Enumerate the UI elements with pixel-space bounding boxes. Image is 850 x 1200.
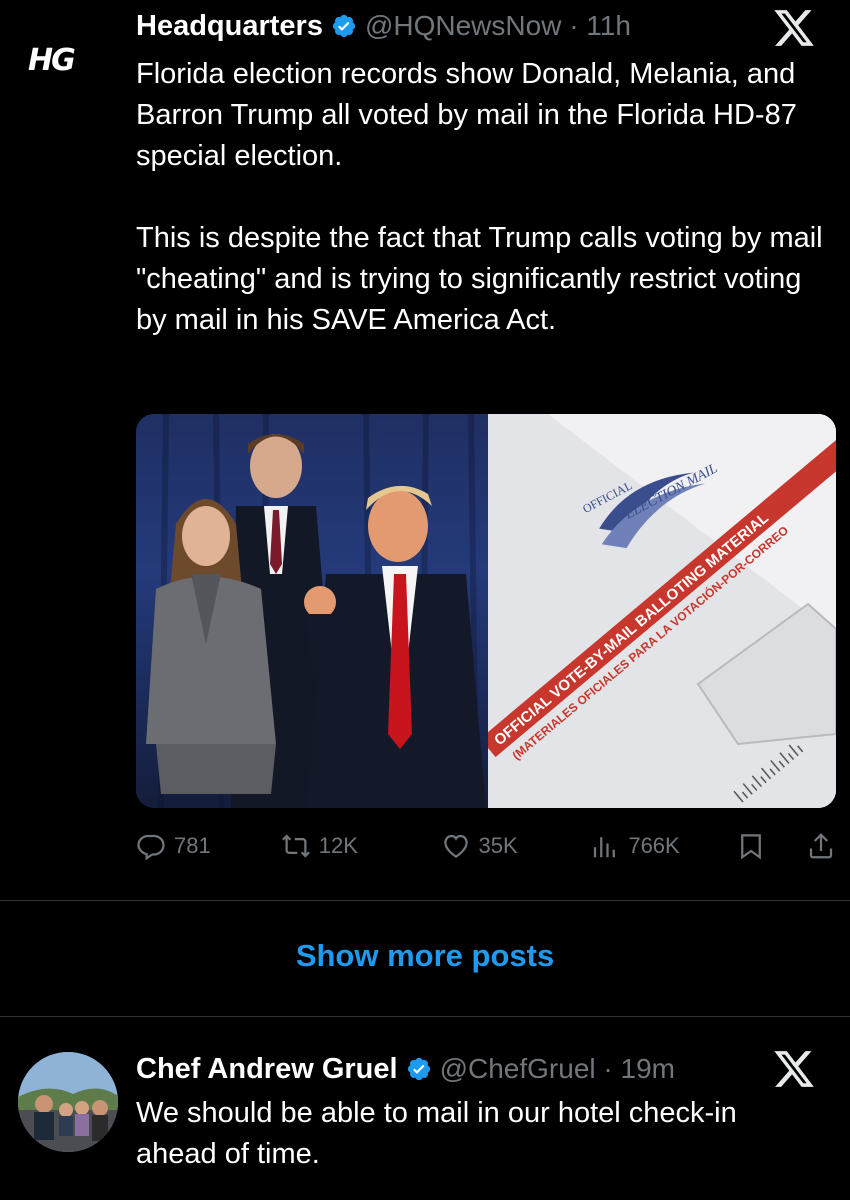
photo-mail-ballot-graphic: OFFICIAL ELECTION MAIL OFFICIAL VOTE-BY-… <box>488 414 836 808</box>
post-body: We should be able to mail in our hotel c… <box>136 1097 737 1170</box>
x-logo-icon[interactable] <box>772 1047 816 1091</box>
post-media[interactable]: OFFICIAL ELECTION MAIL OFFICIAL VOTE-BY-… <box>136 414 836 808</box>
post-actions: 781 12K 35K 766K <box>136 824 836 868</box>
reply-icon <box>137 834 165 861</box>
share-icon <box>809 833 833 859</box>
photo-trump-family-graphic <box>146 414 486 808</box>
hq-logo: HG <box>28 42 76 78</box>
views-count: 766K <box>628 833 680 858</box>
divider <box>0 900 850 901</box>
photo-trump-family[interactable] <box>136 414 488 808</box>
repost-button[interactable]: 12K <box>281 831 441 861</box>
show-more-posts-link[interactable]: Show more posts <box>0 938 850 974</box>
repost-icon <box>281 834 310 858</box>
chef-gruel-avatar-graphic <box>18 1052 118 1152</box>
views-icon <box>594 837 616 858</box>
post-paragraph-1: Florida election records show Donald, Me… <box>136 58 797 172</box>
post-headquarters[interactable]: HG Headquarters @HQNewsNow · 11h Florida… <box>0 0 850 900</box>
verified-badge-icon <box>406 1056 432 1082</box>
like-button[interactable]: 35K <box>441 831 591 861</box>
author-name[interactable]: Chef Andrew Gruel <box>136 1053 398 1086</box>
repost-count: 12K <box>318 833 358 858</box>
x-logo-icon[interactable] <box>772 6 816 50</box>
verified-badge-icon <box>331 13 357 39</box>
hq-avatar[interactable]: HG <box>28 40 108 80</box>
post-body: Florida election records show Donald, Me… <box>136 54 830 341</box>
post-paragraph-2: This is despite the fact that Trump call… <box>136 222 823 336</box>
post-header: Headquarters @HQNewsNow · 11h <box>136 6 820 46</box>
reply-button[interactable]: 781 <box>136 831 281 861</box>
chef-gruel-avatar[interactable] <box>18 1052 118 1152</box>
bookmark-button[interactable] <box>736 831 806 861</box>
bookmark-icon <box>741 834 761 860</box>
author-name[interactable]: Headquarters <box>136 10 323 43</box>
heart-icon <box>443 834 468 858</box>
photo-mail-ballot[interactable]: OFFICIAL ELECTION MAIL OFFICIAL VOTE-BY-… <box>488 414 836 808</box>
reply-count: 781 <box>174 833 211 858</box>
author-handle-time[interactable]: @HQNewsNow · 11h <box>365 10 631 42</box>
author-handle-time[interactable]: @ChefGruel · 19m <box>440 1053 675 1085</box>
share-button[interactable] <box>806 831 836 861</box>
post-header: Chef Andrew Gruel @ChefGruel · 19m <box>136 1049 820 1089</box>
views-button[interactable]: 766K <box>590 831 736 861</box>
like-count: 35K <box>478 833 518 858</box>
